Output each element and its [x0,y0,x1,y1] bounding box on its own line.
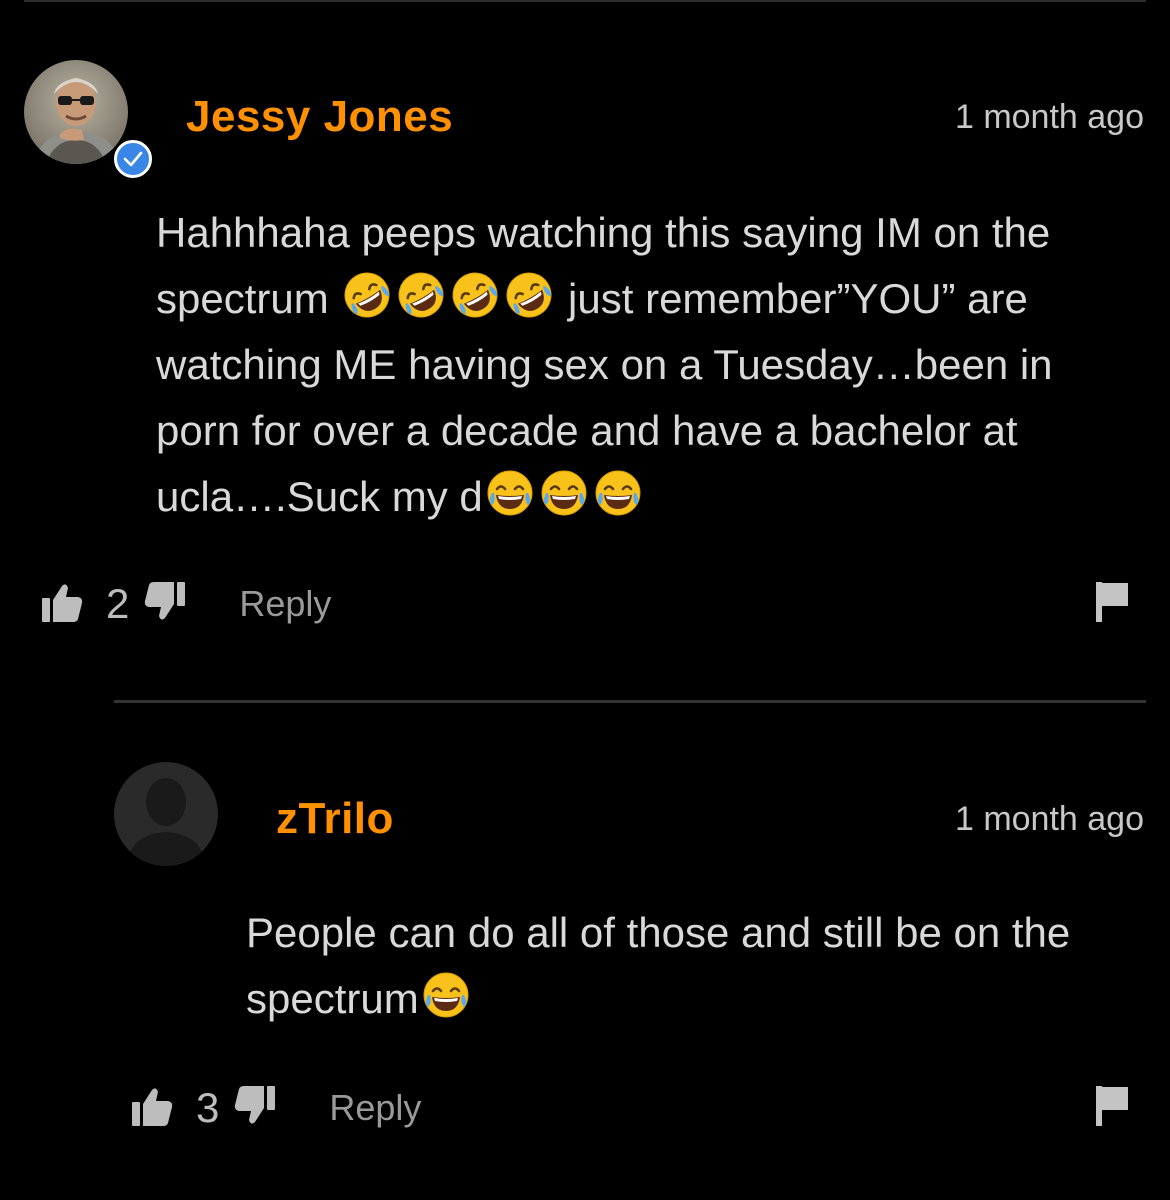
reply-button[interactable]: Reply [329,1087,421,1129]
reply-button[interactable]: Reply [239,583,331,625]
thumbs-down-icon[interactable] [143,580,187,629]
rolling-laughing-emoji-icon [452,272,498,318]
comment-timestamp: 1 month ago [954,98,1144,136]
comment-actions: 3 Reply [130,1078,421,1138]
thumbs-down-icon[interactable] [233,1084,277,1133]
emoji-run [340,272,556,322]
tears-of-joy-emoji-icon [595,470,641,516]
comment-ztrilo: zTrilo 1 month ago People can do all of … [0,700,1170,1200]
avatar[interactable] [24,60,152,178]
comment-username[interactable]: Jessy Jones [186,92,453,142]
rolling-laughing-emoji-icon [506,272,552,318]
comment-username[interactable]: zTrilo [276,794,394,844]
comment-actions: 2 Reply [40,574,331,634]
flag-icon[interactable] [1094,580,1130,627]
comment-jessy-jones: Jessy Jones 1 month ago Hahhhaha peeps w… [0,0,1170,680]
flag-icon[interactable] [1094,1084,1130,1131]
rolling-laughing-emoji-icon [344,272,390,318]
emoji-run [483,470,645,520]
like-count: 3 [196,1084,220,1131]
rolling-laughing-emoji-icon [398,272,444,318]
checkmark-icon [123,151,143,167]
avatar[interactable] [114,762,218,866]
default-avatar-icon [114,762,218,866]
comment-text: People can do all of those and still be … [246,900,1146,1032]
emoji-run [419,972,473,1022]
avatar-photo [24,60,128,164]
tears-of-joy-emoji-icon [423,972,469,1018]
verified-badge [114,140,152,178]
comment-timestamp: 1 month ago [954,800,1144,838]
tears-of-joy-emoji-icon [541,470,587,516]
thumbs-up-icon[interactable] [40,580,84,629]
comment-text-part: People can do all of those and still be … [246,909,1071,1022]
comment-text: Hahhhaha peeps watching this saying IM o… [156,200,1146,530]
tears-of-joy-emoji-icon [487,470,533,516]
thumbs-up-icon[interactable] [130,1084,174,1133]
like-count: 2 [106,580,130,627]
